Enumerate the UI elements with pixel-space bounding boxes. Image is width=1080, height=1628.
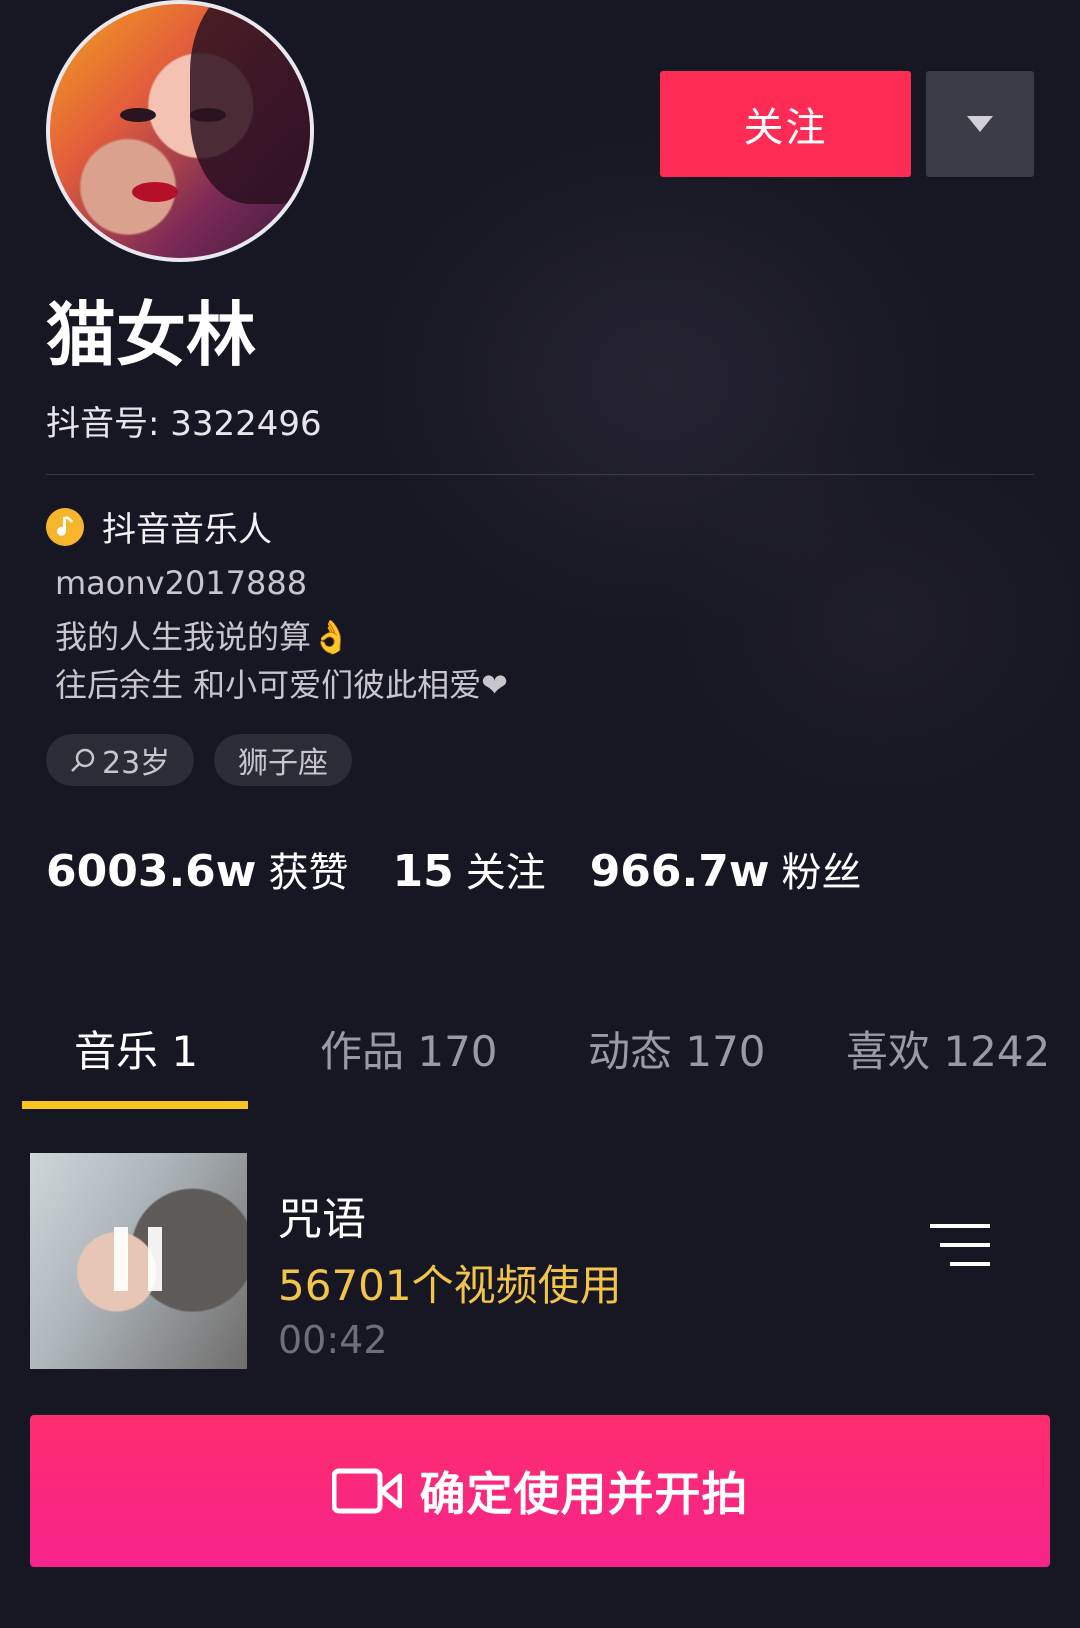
- track-cover[interactable]: [30, 1153, 247, 1369]
- following-count: 15: [392, 846, 454, 897]
- track-duration: 00:42: [278, 1318, 388, 1362]
- stats-row: 6003.6w 获赞 15 关注 966.7w 粉丝: [46, 840, 906, 898]
- search-icon: [71, 748, 95, 772]
- track-uses: 56701个视频使用: [278, 1261, 622, 1310]
- use-and-shoot-button[interactable]: 确定使用并开拍: [30, 1415, 1050, 1567]
- bio-line: 我的人生我说的算👌: [55, 618, 351, 656]
- avatar[interactable]: [46, 0, 314, 262]
- follow-button[interactable]: 关注: [660, 71, 911, 177]
- followers-label: 粉丝: [781, 850, 862, 896]
- track-title[interactable]: 咒语: [278, 1183, 366, 1247]
- bio-line: maonv2017888: [55, 564, 308, 602]
- profile-tabs: 音乐 1 作品 170 动态 170 喜欢 1242: [22, 1018, 1080, 1110]
- video-camera-icon: [331, 1468, 402, 1514]
- age-label: 23岁: [102, 746, 171, 781]
- following-stat[interactable]: 15 关注: [392, 840, 545, 898]
- followers-count: 966.7w: [589, 846, 770, 897]
- zodiac-label: 狮子座: [238, 746, 328, 781]
- zodiac-tag: 狮子座: [214, 734, 352, 786]
- music-note-icon: [46, 507, 84, 546]
- likes-stat: 6003.6w 获赞: [46, 840, 348, 898]
- pause-icon[interactable]: [114, 1227, 162, 1291]
- tab-likes[interactable]: 喜欢 1242: [846, 1018, 1050, 1079]
- badge-label: 抖音音乐人: [102, 510, 272, 550]
- caret-down-icon: [967, 116, 993, 132]
- likes-label: 获赞: [268, 850, 349, 896]
- tab-activity[interactable]: 动态 170: [588, 1018, 766, 1079]
- likes-count: 6003.6w: [46, 846, 257, 897]
- more-options-button[interactable]: [926, 71, 1034, 177]
- age-tag: 23岁: [46, 734, 195, 786]
- followers-stat[interactable]: 966.7w 粉丝: [590, 840, 862, 898]
- bio-line: 往后余生 和小可爱们彼此相爱❤: [55, 666, 508, 704]
- profile-name: 猫女林: [46, 294, 256, 376]
- douyin-id: 抖音号: 3322496: [46, 404, 322, 444]
- cta-label: 确定使用并开拍: [419, 1467, 749, 1521]
- tab-works[interactable]: 作品 170: [320, 1018, 498, 1079]
- musician-badge: 抖音音乐人: [46, 502, 272, 551]
- following-label: 关注: [465, 850, 546, 896]
- divider: [46, 474, 1034, 475]
- tab-music[interactable]: 音乐 1: [74, 1018, 198, 1079]
- tab-indicator: [22, 1101, 248, 1109]
- menu-icon[interactable]: [930, 1222, 990, 1268]
